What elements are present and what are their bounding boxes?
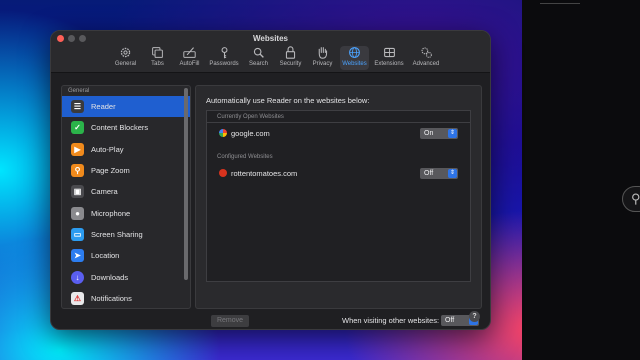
- magnifier-icon: ⚲: [71, 164, 84, 178]
- tab-label: Tabs: [151, 61, 164, 67]
- websites-table: Currently Open Websites google.com On ⇕ …: [206, 110, 471, 282]
- sidebar-item-label: Notifications: [91, 293, 132, 303]
- sidebar-item-label: Screen Sharing: [91, 229, 143, 239]
- search-icon: [253, 47, 264, 58]
- tab-advanced[interactable]: Advanced: [409, 46, 443, 70]
- popup-value: On: [424, 129, 434, 137]
- other-websites-label: When visiting other websites:: [342, 316, 440, 325]
- tab-passwords[interactable]: Passwords: [207, 46, 241, 70]
- chevron-updown-icon: ⇕: [448, 128, 457, 138]
- sidebar-item-auto-play[interactable]: ▶ Auto-Play: [62, 139, 190, 160]
- panel-divider: [540, 3, 580, 4]
- site-reader-popup[interactable]: Off ⇕: [420, 167, 458, 179]
- chevron-updown-icon: ⇕: [448, 168, 457, 178]
- tab-label: Advanced: [412, 61, 440, 67]
- help-button[interactable]: ?: [469, 311, 480, 322]
- content-blockers-icon: ✓: [71, 121, 84, 135]
- tab-general[interactable]: General: [111, 46, 140, 70]
- sidebar-item-label: Microphone: [91, 208, 131, 218]
- sidebar-item-label: Camera: [91, 187, 118, 197]
- download-icon: ↓: [71, 270, 84, 284]
- search-icon: ⚲: [631, 191, 640, 206]
- sidebar-item-notifications[interactable]: ⚠ Notifications: [62, 288, 190, 308]
- tab-label: Privacy: [312, 61, 333, 67]
- tab-label: Passwords: [209, 61, 239, 67]
- preferences-window: Websites General Tabs AutoFill Passwords…: [50, 30, 491, 330]
- sidebar-item-label: Reader: [91, 102, 116, 112]
- site-name: google.com: [231, 128, 270, 138]
- google-favicon-icon: [219, 129, 227, 137]
- sidebar-item-location[interactable]: ➤ Location: [62, 245, 190, 266]
- gears-icon: [421, 47, 432, 58]
- section-header: Currently Open Websites: [207, 111, 470, 123]
- hand-icon: [318, 47, 328, 59]
- remove-button[interactable]: Remove: [211, 315, 249, 327]
- globe-icon: [349, 47, 360, 58]
- tab-label: Security: [279, 61, 302, 67]
- sidebar-item-label: Content Blockers: [91, 123, 149, 133]
- location-arrow-icon: ➤: [71, 249, 84, 263]
- panel-heading: Automatically use Reader on the websites…: [206, 96, 370, 105]
- microphone-icon: ●: [71, 206, 84, 220]
- camera-icon: ▣: [71, 185, 84, 199]
- sidebar-item-page-zoom[interactable]: ⚲ Page Zoom: [62, 160, 190, 181]
- background-app-panel: [522, 0, 640, 360]
- play-icon: ▶: [71, 142, 84, 156]
- sidebar-item-microphone[interactable]: ● Microphone: [62, 202, 190, 223]
- tab-label: AutoFill: [179, 61, 200, 67]
- tab-label: Search: [248, 61, 268, 67]
- sidebar-scrollbar[interactable]: [184, 88, 188, 280]
- tab-security[interactable]: Security: [276, 46, 305, 70]
- tab-websites[interactable]: Websites: [340, 46, 369, 70]
- key-icon: [221, 47, 227, 59]
- tabs-icon: [152, 47, 163, 58]
- autofill-icon: [183, 47, 196, 58]
- tab-tabs[interactable]: Tabs: [143, 46, 172, 70]
- preferences-content: General ☰ Reader ✓ Content Blockers ▶ Au…: [61, 85, 482, 327]
- sidebar-item-label: Page Zoom: [91, 166, 130, 176]
- site-reader-popup[interactable]: On ⇕: [420, 127, 458, 139]
- table-row[interactable]: google.com On ⇕: [207, 123, 470, 143]
- lock-icon: [285, 46, 296, 59]
- site-name: rottentomatoes.com: [231, 168, 298, 178]
- sidebar-item-content-blockers[interactable]: ✓ Content Blockers: [62, 117, 190, 138]
- tab-label: Extensions: [374, 61, 404, 67]
- tab-privacy[interactable]: Privacy: [308, 46, 337, 70]
- sidebar-item-label: Downloads: [91, 272, 129, 282]
- preferences-toolbar: General Tabs AutoFill Passwords Search S…: [111, 46, 443, 70]
- tab-label: General: [114, 61, 137, 67]
- sidebar-item-screen-sharing[interactable]: ▭ Screen Sharing: [62, 224, 190, 245]
- sidebar-item-reader[interactable]: ☰ Reader: [62, 96, 190, 118]
- section-header: Configured Websites: [217, 154, 273, 160]
- screen-sharing-icon: ▭: [71, 227, 84, 241]
- tab-label: Websites: [342, 61, 367, 67]
- sidebar-section-header: General: [68, 88, 90, 94]
- sidebar-item-label: Location: [91, 251, 120, 261]
- reader-settings-panel: Automatically use Reader on the websites…: [195, 85, 482, 309]
- table-row[interactable]: rottentomatoes.com Off ⇕: [207, 163, 470, 183]
- popup-value: Off: [424, 169, 434, 177]
- gear-icon: [120, 47, 131, 58]
- reader-icon: ☰: [71, 100, 84, 114]
- tomato-favicon-icon: [219, 169, 227, 177]
- extensions-icon: [383, 47, 395, 58]
- tab-autofill[interactable]: AutoFill: [175, 46, 204, 70]
- tab-search[interactable]: Search: [244, 46, 273, 70]
- sidebar-item-downloads[interactable]: ↓ Downloads: [62, 266, 190, 287]
- websites-sidebar: General ☰ Reader ✓ Content Blockers ▶ Au…: [61, 85, 191, 309]
- popup-value: Off: [445, 317, 455, 324]
- tab-extensions[interactable]: Extensions: [372, 46, 406, 70]
- notifications-icon: ⚠: [71, 291, 84, 305]
- titlebar: Websites General Tabs AutoFill Passwords…: [51, 31, 490, 73]
- sidebar-item-label: Auto-Play: [91, 144, 124, 154]
- sidebar-item-camera[interactable]: ▣ Camera: [62, 181, 190, 202]
- window-title: Websites: [253, 34, 288, 43]
